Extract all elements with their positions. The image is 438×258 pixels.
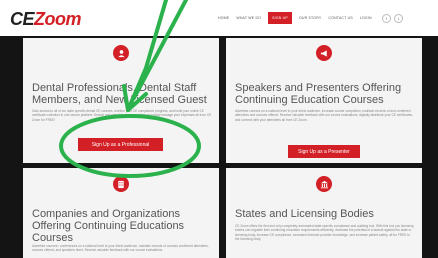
user-badge-icon: [113, 45, 129, 61]
card-title: Companies and Organizations Offering Con…: [32, 208, 185, 244]
sign-up-professional-button[interactable]: Sign Up as a Professional: [78, 138, 163, 151]
logo-accent-text: Zoom: [34, 9, 82, 29]
card-title: States and Licensing Bodies: [235, 208, 374, 220]
card-title: Dental Professionals, Dental Staff Membe…: [32, 82, 207, 106]
twitter-icon[interactable]: t: [393, 13, 403, 23]
card-description: Advertise courses / conferences on a nat…: [32, 244, 209, 253]
building-icon: [113, 176, 129, 192]
nav-sign-up[interactable]: SIGN UP: [268, 12, 292, 24]
card-description: Advertise courses on a national level to…: [235, 109, 414, 122]
card-companies-organizations: Companies and Organizations Offering Con…: [23, 168, 219, 258]
card-dental-professionals: Dental Professionals, Dental Staff Membe…: [23, 38, 219, 163]
card-title: Speakers and Presenters Offering Continu…: [235, 82, 402, 106]
megaphone-icon: [316, 45, 332, 61]
nav-what-we-do[interactable]: WHAT WE DO: [236, 16, 261, 20]
nav-login[interactable]: LOGIN: [360, 16, 372, 20]
facebook-icon[interactable]: f: [381, 13, 391, 23]
top-navigation-bar: CEZoom HOME WHAT WE DO SIGN UP OUR STORY…: [0, 0, 438, 36]
logo-main-text: CE: [10, 9, 35, 29]
main-nav: HOME WHAT WE DO SIGN UP OUR STORY CONTAC…: [218, 10, 403, 26]
nav-our-story[interactable]: OUR STORY: [299, 16, 321, 20]
card-speakers-presenters: Speakers and Presenters Offering Continu…: [226, 38, 422, 163]
card-states-licensing: States and Licensing Bodies CE Zoom offe…: [226, 168, 422, 258]
nav-contact-us[interactable]: CONTACT US: [328, 16, 352, 20]
sign-up-presenter-button[interactable]: Sign Up as a Presenter: [288, 145, 360, 158]
card-description: CE Zoom offers the first and only comple…: [235, 224, 414, 242]
nav-home[interactable]: HOME: [218, 16, 229, 20]
bank-icon: [316, 176, 332, 192]
ce-zoom-logo[interactable]: CEZoom: [10, 9, 82, 30]
card-description: Gain access to all of our state specific…: [32, 109, 212, 122]
